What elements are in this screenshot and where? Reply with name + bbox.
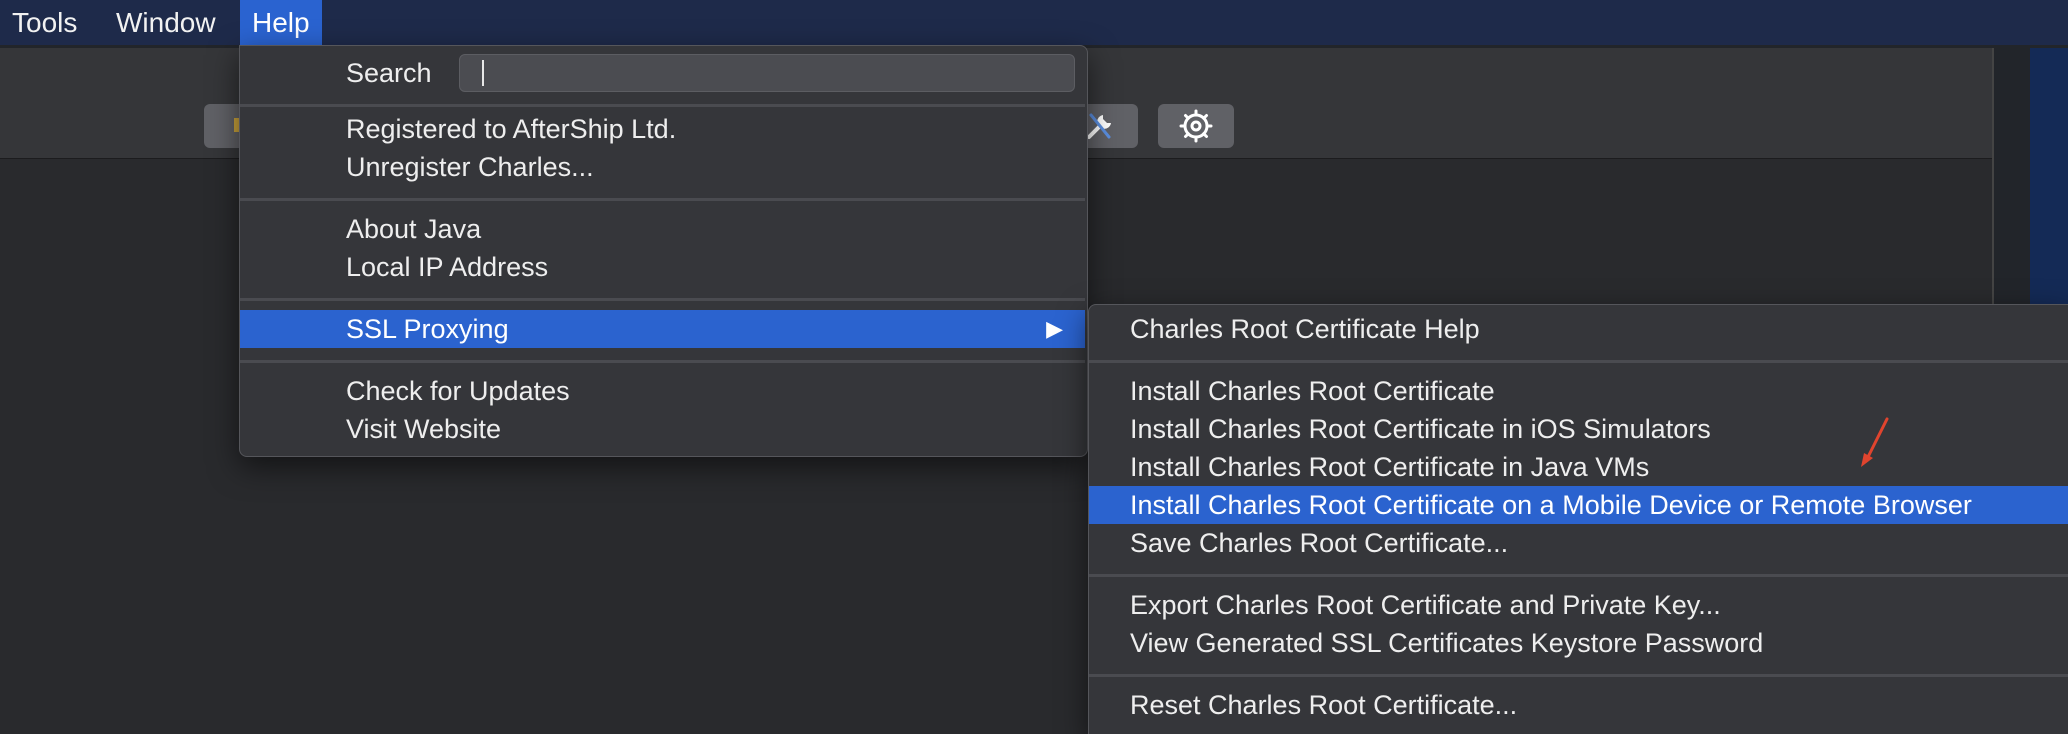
submenu-item-install-ios-simulators[interactable]: Install Charles Root Certificate in iOS … <box>1089 410 2068 448</box>
menu-item-check-updates[interactable]: Check for Updates <box>240 372 1085 410</box>
menu-item-ssl-proxying[interactable]: SSL Proxying ▶ <box>240 310 1085 348</box>
submenu-item-install-mobile-device[interactable]: Install Charles Root Certificate on a Mo… <box>1089 486 2068 524</box>
gear-icon <box>1179 109 1213 143</box>
menu-separator <box>240 198 1085 201</box>
menu-item-label: SSL Proxying <box>346 314 509 344</box>
ssl-proxying-submenu: Charles Root Certificate Help Install Ch… <box>1088 304 2068 734</box>
search-input[interactable] <box>459 54 1075 92</box>
menu-separator <box>1089 574 2068 577</box>
submenu-item-reset-root-cert[interactable]: Reset Charles Root Certificate... <box>1089 686 2068 724</box>
screen: Tools Window Help Search Registered to A… <box>0 0 2068 734</box>
menu-separator <box>1089 360 2068 363</box>
menu-separator <box>1089 674 2068 677</box>
annotation-arrow-icon <box>1861 417 1889 467</box>
menu-item-visit-website[interactable]: Visit Website <box>240 410 1085 448</box>
menu-separator <box>240 360 1085 363</box>
menu-item-unregister[interactable]: Unregister Charles... <box>240 148 1085 186</box>
tools-icon <box>1087 113 1111 139</box>
menu-item-local-ip[interactable]: Local IP Address <box>240 248 1085 286</box>
search-label: Search <box>346 58 432 88</box>
menu-tools[interactable]: Tools <box>0 0 89 45</box>
help-menu: Search Registered to AfterShip Ltd. Unre… <box>239 45 1088 457</box>
menu-separator <box>240 298 1085 301</box>
submenu-item-install-root-cert[interactable]: Install Charles Root Certificate <box>1089 372 2068 410</box>
menu-window[interactable]: Window <box>104 0 228 45</box>
settings-button[interactable] <box>1158 104 1234 148</box>
menu-help[interactable]: Help <box>240 0 322 45</box>
menu-item-about-java[interactable]: About Java <box>240 210 1085 248</box>
menu-separator <box>240 104 1085 107</box>
submenu-item-save-root-cert[interactable]: Save Charles Root Certificate... <box>1089 524 2068 562</box>
submenu-item-export-root-cert[interactable]: Export Charles Root Certificate and Priv… <box>1089 586 2068 624</box>
submenu-arrow-icon: ▶ <box>1046 316 1063 341</box>
submenu-item-install-java-vms[interactable]: Install Charles Root Certificate in Java… <box>1089 448 2068 486</box>
menu-item-registered[interactable]: Registered to AfterShip Ltd. <box>240 110 1085 148</box>
menu-bar: Tools Window Help <box>0 0 2068 45</box>
submenu-item-view-keystore-password[interactable]: View Generated SSL Certificates Keystore… <box>1089 624 2068 662</box>
submenu-item-root-cert-help[interactable]: Charles Root Certificate Help <box>1089 310 2068 348</box>
text-cursor <box>482 60 484 86</box>
